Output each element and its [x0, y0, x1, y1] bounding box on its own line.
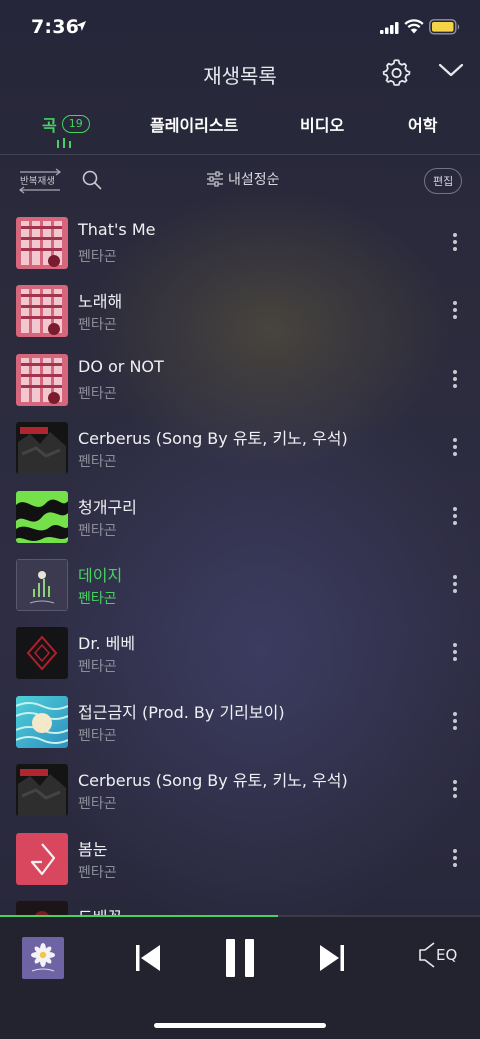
album-art [16, 422, 68, 474]
song-row[interactable]: 접근금지 (Prod. By 기리보이) 펜타곤 [0, 685, 480, 753]
song-artist: 펜타곤 [78, 591, 117, 607]
song-artist: 펜타곤 [78, 728, 117, 744]
more-vertical-icon[interactable] [448, 575, 462, 595]
song-artist: 펜타곤 [78, 523, 117, 539]
more-vertical-icon[interactable] [448, 849, 462, 869]
album-art [16, 354, 68, 406]
song-artist: 펜타곤 [78, 386, 117, 402]
song-row[interactable]: Cerberus (Song By 유토, 키노, 우석) 펜타곤 [0, 411, 480, 479]
sliders-icon [207, 171, 223, 187]
song-row[interactable]: 노래해 펜타곤 [0, 274, 480, 342]
song-title: 접근금지 (Prod. By 기리보이) [78, 703, 285, 722]
album-art [16, 764, 68, 816]
progress-bar[interactable] [0, 915, 480, 917]
tab-songs[interactable]: 곡 19 [42, 112, 90, 136]
playing-bars-icon [57, 138, 71, 148]
song-title: 데이지 [78, 566, 123, 585]
search-icon[interactable] [82, 170, 102, 190]
eq-button[interactable]: EQ [418, 941, 457, 969]
more-vertical-icon[interactable] [448, 643, 462, 663]
next-icon[interactable] [318, 943, 346, 973]
tab-songs-label: 곡 [42, 116, 57, 135]
song-artist: 펜타곤 [78, 317, 117, 333]
more-vertical-icon[interactable] [448, 507, 462, 527]
album-art [16, 559, 68, 611]
song-artist: 펜타곤 [78, 796, 117, 812]
status-time: 7:36 [31, 16, 80, 38]
list-controls: 반복재생 내설정순 편집 [0, 164, 480, 198]
repeat-button[interactable]: 반복재생 [16, 168, 62, 194]
edit-button[interactable]: 편집 [424, 168, 463, 194]
album-art [16, 285, 68, 337]
signal-icon [380, 22, 399, 34]
repeat-label: 반복재생 [20, 176, 55, 187]
song-row[interactable]: 청개구리 펜타곤 [0, 480, 480, 548]
gear-icon[interactable] [382, 58, 412, 88]
speaker-icon [419, 942, 435, 968]
now-playing-art[interactable] [22, 937, 64, 979]
battery-icon [429, 19, 460, 35]
song-count-badge: 19 [61, 115, 90, 133]
more-vertical-icon[interactable] [448, 233, 462, 253]
album-art [16, 627, 68, 679]
song-row-playing[interactable]: 데이지 펜타곤 [0, 548, 480, 616]
song-row[interactable]: 봄눈 펜타곤 [0, 822, 480, 890]
song-row[interactable]: Dr. 베베 펜타곤 [0, 616, 480, 684]
album-art [16, 696, 68, 748]
more-vertical-icon[interactable] [448, 438, 462, 458]
song-title: Cerberus (Song By 유토, 키노, 우석) [78, 771, 348, 790]
mini-player: EQ [0, 915, 480, 1039]
tab-videos[interactable]: 비디오 [300, 112, 344, 136]
song-title: That's Me [78, 220, 156, 239]
album-art [16, 491, 68, 543]
sort-label: 내설정순 [228, 172, 280, 188]
song-artist: 펜타곤 [78, 865, 117, 881]
wifi-icon [404, 19, 424, 34]
more-vertical-icon[interactable] [448, 712, 462, 732]
song-artist: 펜타곤 [78, 659, 117, 675]
song-artist: 펜타곤 [78, 249, 117, 265]
progress-fill [0, 915, 279, 917]
pause-icon[interactable] [224, 938, 256, 978]
tab-language[interactable]: 어학 [408, 112, 437, 136]
more-vertical-icon[interactable] [448, 301, 462, 321]
song-row[interactable]: That's Me 펜타곤 [0, 206, 480, 274]
eq-label: EQ [436, 946, 458, 964]
song-title: DO or NOT [78, 357, 164, 376]
tab-bar: 곡 19 플레이리스트 비디오 어학 [0, 108, 480, 155]
home-indicator [154, 1023, 326, 1028]
more-vertical-icon[interactable] [448, 780, 462, 800]
chevron-down-icon[interactable] [438, 62, 464, 78]
song-row[interactable]: DO or NOT 펜타곤 [0, 343, 480, 411]
album-art [16, 217, 68, 269]
song-title: Cerberus (Song By 유토, 키노, 우석) [78, 429, 348, 448]
song-title: 노래해 [78, 292, 123, 311]
header: 재생목록 [0, 56, 480, 96]
tab-playlists[interactable]: 플레이리스트 [150, 112, 238, 136]
more-vertical-icon[interactable] [448, 370, 462, 390]
song-title: 청개구리 [78, 498, 137, 517]
song-title: 봄눈 [78, 840, 108, 859]
location-arrow-icon [76, 21, 86, 31]
previous-icon[interactable] [134, 943, 162, 973]
song-title: Dr. 베베 [78, 634, 136, 653]
song-artist: 펜타곤 [78, 454, 117, 470]
song-row[interactable]: Cerberus (Song By 유토, 키노, 우석) 펜타곤 [0, 753, 480, 821]
status-bar: 7:36 [0, 0, 480, 56]
album-art [16, 833, 68, 885]
sort-button[interactable]: 내설정순 [206, 169, 280, 189]
